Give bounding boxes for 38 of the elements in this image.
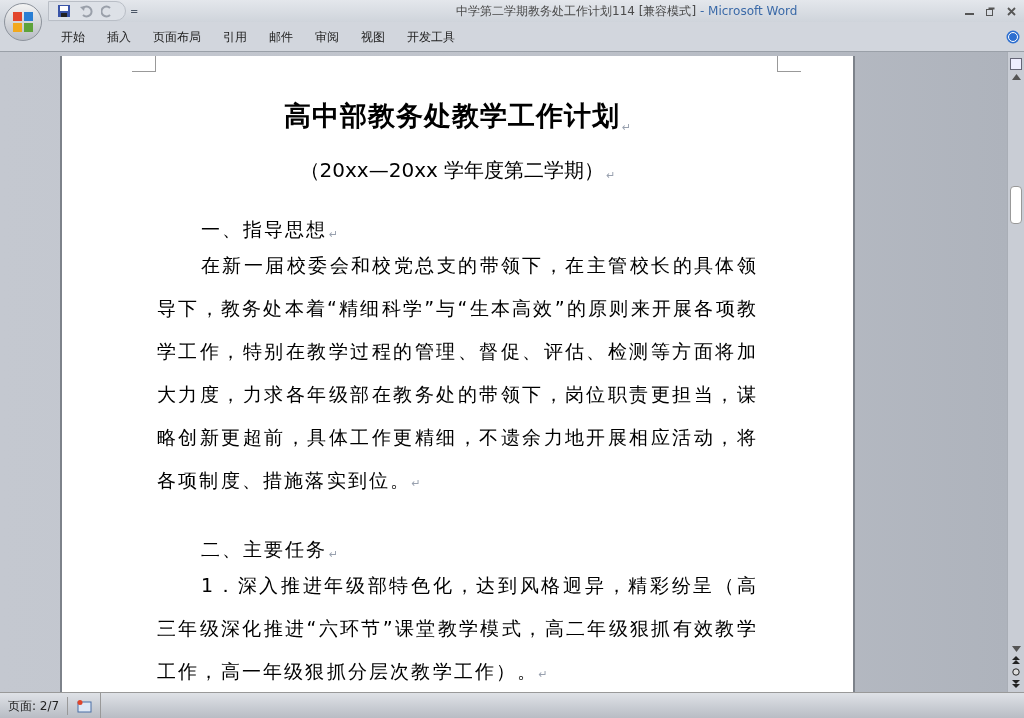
window-title: 中学第二学期教务处工作计划114 [兼容模式] xyxy=(456,3,697,20)
close-icon[interactable] xyxy=(1007,6,1016,16)
ribbon-tab[interactable]: 开发工具 xyxy=(396,24,466,49)
paragraph-mark: ↵ xyxy=(606,168,616,184)
crop-mark xyxy=(132,56,156,72)
page-counter: 页面: 2/7 xyxy=(0,696,69,715)
app-name: - Microsoft Word xyxy=(698,3,798,20)
ribbon-tab[interactable]: 开始 xyxy=(50,24,96,49)
document-title: 高中部教务处教学工作计划 xyxy=(283,99,620,133)
help-icon[interactable] xyxy=(1006,29,1020,44)
body-paragraph: 在新一届校委会和校党总支的带领下，在主管校长的具体领导下，教务处本着“精细科学”与“生本高效”的原则来开展各项教学工作，特别在教学过程的管理、督促、评估、检测等方面将加大力度，力求各年级部在教务处的带领下，岗位职责更担当，谋略创新更超前，具体工作更精细，不遗余力地开展相应活动，将各项制度、措施落实到位。↵ xyxy=(157,252,758,493)
next-page-icon[interactable] xyxy=(1012,680,1020,688)
scroll-down-icon[interactable] xyxy=(1011,646,1021,652)
customize-menu-glyph[interactable]: = xyxy=(130,3,139,19)
section-heading: 一、指导思想 xyxy=(201,217,327,242)
save-icon[interactable] xyxy=(57,4,71,18)
section-heading: 二、主要任务 xyxy=(201,537,327,562)
ruler-toggle-icon[interactable] xyxy=(1010,58,1022,70)
browse-object-icon[interactable] xyxy=(1012,668,1020,676)
ribbon-tab[interactable]: 插入 xyxy=(96,24,142,49)
scroll-up-icon[interactable] xyxy=(1011,74,1021,80)
macro-record-icon[interactable] xyxy=(76,698,93,713)
ribbon-tab[interactable]: 审阅 xyxy=(304,24,350,49)
previous-page-icon[interactable] xyxy=(1012,656,1020,664)
paragraph-mark: ↵ xyxy=(621,120,632,136)
body-paragraph: 1．深入推进年级部特色化，达到风格迥异，精彩纷呈（高三年级深化推进“六环节”课堂教学模式，高二年级狠抓有效教学工作，高一年级狠抓分层次教学工作）。↵ xyxy=(157,572,758,684)
ribbon-tab[interactable]: 引用 xyxy=(212,24,258,49)
office-logo-icon xyxy=(12,11,34,33)
crop-mark xyxy=(777,56,801,72)
ribbon-tab[interactable]: 邮件 xyxy=(258,24,304,49)
document-subtitle: （20xx—20xx 学年度第二学期） xyxy=(299,156,605,184)
scrollbar-thumb[interactable] xyxy=(1010,186,1022,224)
restore-icon[interactable] xyxy=(986,6,995,16)
office-button[interactable] xyxy=(4,3,42,41)
ribbon-tab[interactable]: 页面布局 xyxy=(142,24,212,49)
ribbon-tab[interactable]: 视图 xyxy=(350,24,396,49)
paragraph-mark: ↵ xyxy=(329,227,339,243)
paragraph-mark: ↵ xyxy=(329,547,339,563)
